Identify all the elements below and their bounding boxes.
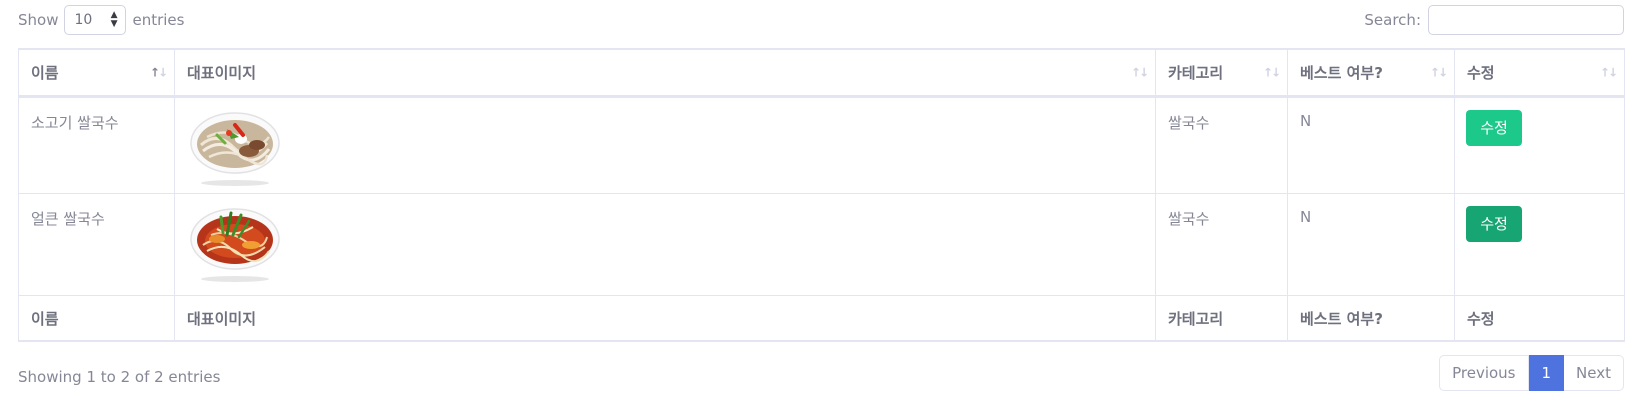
cell-edit: 수정 <box>1454 96 1625 194</box>
column-header-edit[interactable]: 수정 ↑↓ <box>1454 48 1625 98</box>
search-label: Search: <box>1364 11 1421 29</box>
cell-edit: 수정 <box>1454 193 1625 296</box>
column-footer-edit: 수정 <box>1454 295 1625 342</box>
cell-category: 쌀국수 <box>1155 193 1288 296</box>
entries-label: entries <box>132 11 185 29</box>
datatable-wrapper: Show 10 ▲ ▼ entries Search: 이름 ↑↓ 대표이미지 ↑… <box>0 0 1636 416</box>
cell-name: 소고기 쌀국수 <box>18 96 175 194</box>
sort-ascending-icon: ↑↓ <box>149 64 168 79</box>
select-caret-icon: ▲ ▼ <box>110 10 118 29</box>
column-footer-name: 이름 <box>18 295 175 342</box>
column-header-image[interactable]: 대표이미지 ↑↓ <box>174 48 1156 98</box>
spicy-pho-bowl-image <box>190 208 280 282</box>
entries-length-control: Show 10 ▲ ▼ entries <box>18 5 184 35</box>
sort-icon: ↑↓ <box>1599 64 1618 79</box>
edit-button[interactable]: 수정 <box>1466 206 1522 242</box>
show-label: Show <box>18 11 59 29</box>
column-footer-best: 베스트 여부? <box>1287 295 1455 342</box>
cell-best: N <box>1287 96 1455 194</box>
table-row: 소고기 쌀국수 쌀국수 N 수정 <box>18 96 1625 194</box>
cell-category: 쌀국수 <box>1155 96 1288 194</box>
pagination-page-button[interactable]: 1 <box>1528 355 1565 391</box>
entries-select[interactable]: 10 ▲ ▼ <box>64 5 127 35</box>
pagination-previous-button[interactable]: Previous <box>1439 355 1529 391</box>
column-header-category[interactable]: 카테고리 ↑↓ <box>1155 48 1288 98</box>
search-filter: Search: <box>1364 5 1624 35</box>
beef-pho-bowl-image <box>190 112 280 186</box>
cell-best: N <box>1287 193 1455 296</box>
column-header-best[interactable]: 베스트 여부? ↑↓ <box>1287 48 1455 98</box>
column-footer-category: 카테고리 <box>1155 295 1288 342</box>
table-info: Showing 1 to 2 of 2 entries <box>18 368 221 386</box>
menu-table: 이름 ↑↓ 대표이미지 ↑↓ 카테고리 ↑↓ 베스트 여부? ↑↓ 수정 ↑↓ … <box>18 48 1625 342</box>
cell-image <box>174 193 1156 296</box>
table-header-row: 이름 ↑↓ 대표이미지 ↑↓ 카테고리 ↑↓ 베스트 여부? ↑↓ 수정 ↑↓ <box>18 48 1625 98</box>
edit-button[interactable]: 수정 <box>1466 110 1522 146</box>
table-footer-row: 이름 대표이미지 카테고리 베스트 여부? 수정 <box>18 295 1625 342</box>
sort-icon: ↑↓ <box>1429 64 1448 79</box>
sort-icon: ↑↓ <box>1262 64 1281 79</box>
cell-image <box>174 96 1156 194</box>
search-input[interactable] <box>1428 5 1624 35</box>
table-row: 얼큰 쌀국수 쌀국수 N 수정 <box>18 193 1625 296</box>
pagination: Previous 1 Next <box>1439 355 1624 391</box>
column-header-name[interactable]: 이름 ↑↓ <box>18 48 175 98</box>
sort-icon: ↑↓ <box>1130 64 1149 79</box>
pagination-next-button[interactable]: Next <box>1564 355 1624 391</box>
entries-select-value: 10 <box>74 12 93 28</box>
column-footer-image: 대표이미지 <box>174 295 1156 342</box>
cell-name: 얼큰 쌀국수 <box>18 193 175 296</box>
